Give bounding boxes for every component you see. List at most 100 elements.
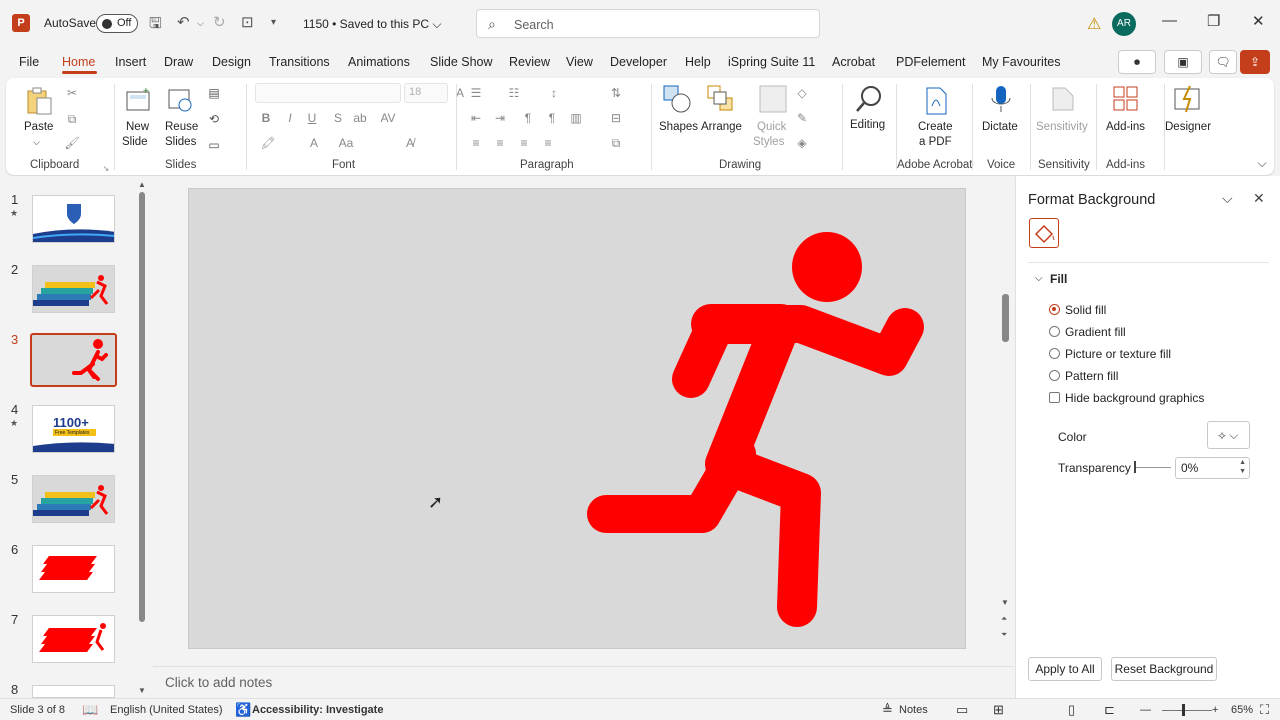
slide-sorter-icon[interactable]: ⊞ bbox=[993, 702, 1004, 718]
shapes-icon[interactable] bbox=[662, 84, 692, 114]
slide-thumbnail-5[interactable] bbox=[32, 475, 115, 523]
arrange-icon[interactable] bbox=[706, 84, 736, 114]
char-spacing-icon[interactable]: AV bbox=[380, 111, 396, 125]
addins-label[interactable]: Add-ins bbox=[1106, 120, 1145, 135]
bullets-icon[interactable]: ☰ bbox=[468, 86, 484, 100]
close-window-icon[interactable]: ✕ bbox=[1252, 12, 1265, 30]
slide-thumbnail-2[interactable] bbox=[32, 265, 115, 313]
autosave-toggle[interactable]: Off bbox=[96, 14, 138, 33]
hide-graphics-checkbox[interactable] bbox=[1049, 392, 1060, 403]
designer-icon[interactable] bbox=[1172, 84, 1202, 114]
slide-canvas[interactable] bbox=[188, 188, 966, 649]
warning-icon[interactable]: ⚠ bbox=[1087, 14, 1101, 34]
undo-dropdown-icon[interactable]: ⌵ bbox=[197, 18, 204, 29]
notes-button[interactable]: Notes bbox=[899, 704, 928, 716]
previous-slide-icon[interactable]: ⏶ bbox=[1001, 614, 1007, 624]
highlight-icon[interactable]: 🖍 bbox=[260, 136, 276, 150]
tab-home[interactable]: Home bbox=[62, 55, 95, 69]
zoom-slider[interactable] bbox=[1162, 710, 1212, 711]
shape-outline-icon[interactable]: ✎ bbox=[794, 111, 810, 125]
new-slide-icon[interactable]: + bbox=[123, 86, 153, 116]
font-family-select[interactable] bbox=[255, 83, 401, 103]
color-picker-button[interactable]: ⟡ ⌵ bbox=[1207, 421, 1250, 449]
slide-thumbnail-1[interactable] bbox=[32, 195, 115, 243]
apply-to-all-button[interactable]: Apply to All bbox=[1028, 657, 1102, 681]
zoom-out-icon[interactable]: — bbox=[1140, 704, 1151, 716]
tab-insert[interactable]: Insert bbox=[115, 55, 146, 69]
decrease-indent-icon[interactable]: ⇤ bbox=[468, 111, 484, 125]
share-button[interactable]: ⇪ bbox=[1240, 50, 1270, 74]
change-case-icon[interactable]: Aa bbox=[338, 136, 354, 150]
next-slide-icon[interactable]: ⏷ bbox=[1001, 630, 1007, 640]
picture-fill-radio[interactable] bbox=[1049, 348, 1060, 359]
tab-my-favourites[interactable]: My Favourites bbox=[982, 55, 1061, 69]
underline-icon[interactable]: U bbox=[304, 111, 320, 125]
gradient-fill-radio[interactable] bbox=[1049, 326, 1060, 337]
undo-icon[interactable]: ↶ bbox=[177, 13, 190, 31]
clear-format-icon[interactable]: A̸ bbox=[402, 136, 418, 150]
ltr-icon[interactable]: ¶ bbox=[520, 111, 536, 125]
tab-design[interactable]: Design bbox=[212, 55, 251, 69]
strikethrough-icon[interactable]: ab bbox=[352, 111, 368, 125]
minimize-icon[interactable]: — bbox=[1162, 12, 1177, 29]
accessibility-status[interactable]: Accessibility: Investigate bbox=[252, 704, 383, 716]
scroll-down-icon[interactable]: ▼ bbox=[138, 686, 146, 695]
document-title[interactable]: 1150 • Saved to this PC ⌵ bbox=[303, 17, 441, 32]
quick-styles-label-1[interactable]: Quick bbox=[757, 120, 786, 135]
reset-background-button[interactable]: Reset Background bbox=[1111, 657, 1217, 681]
slide-scrollbar[interactable] bbox=[1002, 294, 1009, 342]
tab-pdfelement[interactable]: PDFelement bbox=[896, 55, 965, 69]
align-text-icon[interactable]: ⊟ bbox=[608, 111, 624, 125]
designer-label[interactable]: Designer bbox=[1165, 120, 1211, 135]
slide-thumbnail-3[interactable] bbox=[30, 333, 117, 387]
align-center-icon[interactable]: ≡ bbox=[492, 136, 508, 150]
redo-icon[interactable]: ↻ bbox=[213, 13, 226, 31]
search-box[interactable]: ⌕ Search bbox=[476, 9, 820, 38]
running-man-figure[interactable] bbox=[189, 189, 967, 650]
transparency-slider[interactable] bbox=[1135, 467, 1171, 468]
addins-icon[interactable] bbox=[1111, 84, 1141, 114]
arrange-label[interactable]: Arrange bbox=[701, 120, 742, 135]
zoom-slider-thumb[interactable] bbox=[1182, 704, 1185, 716]
slide-thumbnail-8[interactable] bbox=[32, 685, 115, 698]
rtl-icon[interactable]: ¶ bbox=[544, 111, 560, 125]
spin-down-icon[interactable]: ▼ bbox=[1239, 468, 1246, 475]
teams-share-button[interactable]: ▣ bbox=[1164, 50, 1202, 74]
zoom-level[interactable]: 65% bbox=[1231, 704, 1253, 716]
tab-developer[interactable]: Developer bbox=[610, 55, 667, 69]
notes-placeholder[interactable]: Click to add notes bbox=[165, 675, 272, 690]
close-pane-icon[interactable]: ✕ bbox=[1253, 190, 1265, 207]
slide-thumbnail-7[interactable] bbox=[32, 615, 115, 663]
transparency-slider-thumb[interactable] bbox=[1134, 461, 1136, 473]
solid-fill-label[interactable]: Solid fill bbox=[1065, 303, 1106, 317]
justify-icon[interactable]: ≡ bbox=[540, 136, 556, 150]
shape-fill-icon[interactable]: ◇ bbox=[794, 86, 810, 100]
language[interactable]: English (United States) bbox=[110, 704, 223, 716]
collapse-ribbon-icon[interactable]: ⌵ bbox=[1254, 156, 1270, 170]
comments-button[interactable]: 🗨 bbox=[1209, 50, 1237, 74]
line-spacing-icon[interactable]: ↕ bbox=[546, 86, 562, 100]
font-size-select[interactable]: 18 bbox=[404, 83, 448, 103]
reset-icon[interactable]: ⟲ bbox=[206, 112, 222, 126]
normal-view-icon[interactable]: ▭ bbox=[956, 702, 968, 718]
paste-icon[interactable] bbox=[24, 86, 54, 116]
increase-font-icon[interactable]: A bbox=[452, 86, 468, 100]
sensitivity-icon[interactable] bbox=[1048, 84, 1078, 114]
tab-view[interactable]: View bbox=[566, 55, 593, 69]
slide-scroll-down-icon[interactable]: ▼ bbox=[1001, 598, 1009, 607]
fill-section-title[interactable]: Fill bbox=[1050, 272, 1067, 286]
slide-thumbnail-6[interactable] bbox=[32, 545, 115, 593]
reading-view-icon[interactable]: ▯ bbox=[1068, 702, 1075, 718]
text-direction-icon[interactable]: ⇅ bbox=[608, 86, 624, 100]
slide-thumbnail-4[interactable]: 1100+ Free Templates bbox=[32, 405, 115, 453]
gradient-fill-label[interactable]: Gradient fill bbox=[1065, 325, 1126, 339]
customize-qat-icon[interactable]: ▾ bbox=[271, 17, 276, 28]
presenter-icon[interactable]: ⊡ bbox=[241, 13, 254, 31]
tab-file[interactable]: File bbox=[19, 55, 39, 69]
create-pdf-icon[interactable] bbox=[921, 86, 951, 116]
clipboard-launcher-icon[interactable]: ↘ bbox=[98, 162, 114, 176]
tab-draw[interactable]: Draw bbox=[164, 55, 193, 69]
create-pdf-label-2[interactable]: a PDF bbox=[919, 135, 952, 150]
pattern-fill-radio[interactable] bbox=[1049, 370, 1060, 381]
transparency-value[interactable]: 0% bbox=[1181, 461, 1198, 475]
